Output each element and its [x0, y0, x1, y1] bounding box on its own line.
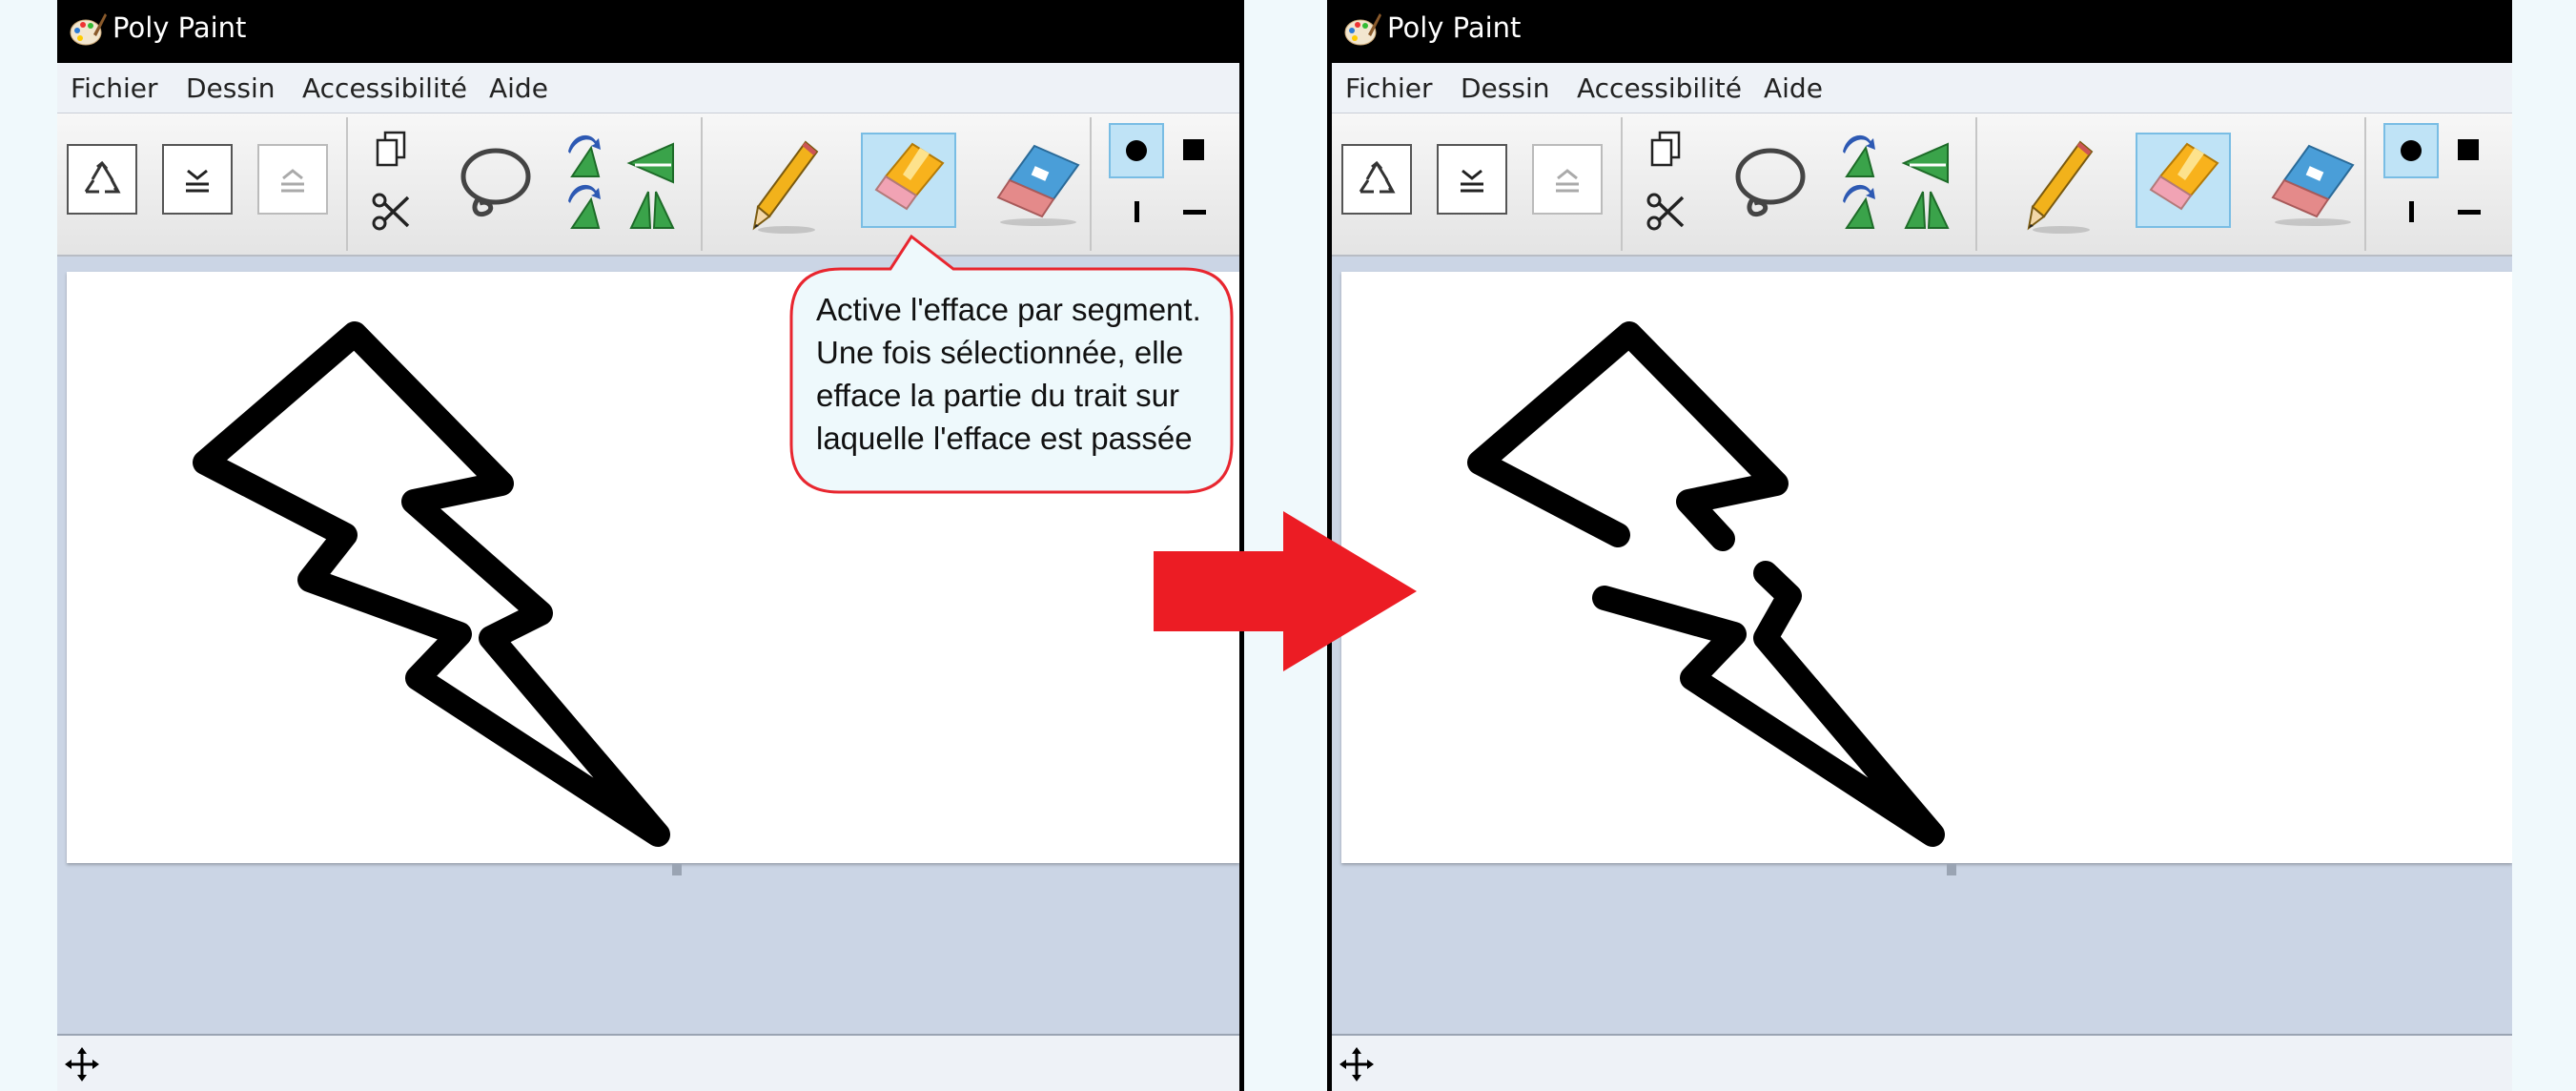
palette-icon — [70, 13, 107, 46]
segment-eraser-icon — [874, 142, 945, 211]
app-title: Poly Paint — [112, 11, 247, 44]
before-after-arrow-icon — [1154, 511, 1417, 671]
send-to-back-button[interactable] — [1437, 144, 1507, 215]
segment-eraser-button[interactable] — [861, 133, 956, 228]
copy-icon[interactable] — [372, 129, 414, 171]
toolbar — [1332, 113, 2512, 257]
menu-accessibilite[interactable]: Accessibilité — [302, 72, 467, 104]
rotate-flip-icon[interactable] — [562, 131, 677, 239]
recycle-icon — [84, 160, 121, 194]
app-title: Poly Paint — [1387, 11, 1522, 44]
recycle-icon — [1359, 160, 1396, 194]
canvas-resize-handle[interactable] — [672, 864, 682, 875]
menu-bar: Fichier Dessin Accessibilité Aide — [1332, 63, 2512, 113]
segment-eraser-icon — [2149, 142, 2219, 211]
window-before: Poly Paint Fichier Dessin Accessibilité … — [57, 0, 1244, 1091]
status-bar — [1332, 1034, 2512, 1091]
pencil-icon[interactable] — [2023, 136, 2099, 236]
move-icon — [1339, 1047, 1374, 1081]
recycle-button[interactable] — [1341, 144, 1412, 215]
round-tip-icon — [2401, 140, 2422, 161]
send-to-back-button[interactable] — [162, 144, 233, 215]
stroke-eraser-icon[interactable] — [2261, 136, 2366, 228]
scissors-icon[interactable] — [1645, 190, 1688, 234]
palette-icon — [1344, 13, 1381, 46]
rotate-flip-icon[interactable] — [1837, 131, 1952, 239]
status-bar — [57, 1034, 1239, 1091]
segment-eraser-button[interactable] — [2136, 133, 2231, 228]
copy-icon[interactable] — [1646, 129, 1688, 171]
title-bar: Poly Paint — [57, 0, 1239, 63]
align-bottom-icon — [186, 169, 209, 193]
tooltip-line: Active l'efface par segment. — [816, 292, 1201, 327]
bring-to-front-button[interactable] — [257, 144, 328, 215]
canvas-resize-handle[interactable] — [1947, 864, 1956, 875]
drawing-canvas[interactable] — [1341, 272, 2512, 863]
menu-aide[interactable]: Aide — [489, 72, 548, 104]
menu-bar: Fichier Dessin Accessibilité Aide — [57, 63, 1239, 113]
menu-dessin[interactable]: Dessin — [1461, 72, 1550, 104]
menu-accessibilite[interactable]: Accessibilité — [1577, 72, 1742, 104]
move-icon — [65, 1047, 99, 1081]
scissors-icon[interactable] — [370, 190, 414, 234]
erased-lightning-bolt-drawing — [1467, 321, 1945, 847]
align-bottom-icon — [1461, 169, 1483, 193]
bring-to-front-button[interactable] — [1532, 144, 1603, 215]
lasso-icon[interactable] — [453, 140, 535, 232]
align-top-icon — [281, 169, 304, 193]
title-bar: Poly Paint — [1332, 0, 2512, 63]
horizontal-tip-icon[interactable] — [2443, 186, 2494, 237]
window-after: Poly Paint Fichier Dessin Accessibilité … — [1327, 0, 2512, 1091]
lasso-icon[interactable] — [1728, 140, 1809, 232]
pencil-icon[interactable] — [748, 136, 825, 236]
tooltip-line: laquelle l'efface est passée — [816, 421, 1193, 456]
menu-aide[interactable]: Aide — [1764, 72, 1823, 104]
vertical-tip-icon[interactable] — [2385, 186, 2437, 237]
stroke-eraser-icon[interactable] — [987, 136, 1092, 228]
round-tip-icon — [1126, 140, 1147, 161]
align-top-icon — [1556, 169, 1579, 193]
tooltip-line: efface la partie du trait sur — [816, 378, 1179, 413]
menu-fichier[interactable]: Fichier — [71, 72, 158, 104]
round-tip-button[interactable] — [2383, 123, 2439, 178]
tooltip-line: Une fois sélectionnée, elle — [816, 335, 1184, 370]
tooltip-text: Active l'efface par segment. Une fois sé… — [816, 288, 1236, 460]
menu-dessin[interactable]: Dessin — [186, 72, 276, 104]
round-tip-button[interactable] — [1109, 123, 1164, 178]
square-tip-icon[interactable] — [2443, 125, 2494, 176]
recycle-button[interactable] — [67, 144, 137, 215]
square-tip-icon[interactable] — [1168, 125, 1219, 176]
menu-fichier[interactable]: Fichier — [1345, 72, 1433, 104]
